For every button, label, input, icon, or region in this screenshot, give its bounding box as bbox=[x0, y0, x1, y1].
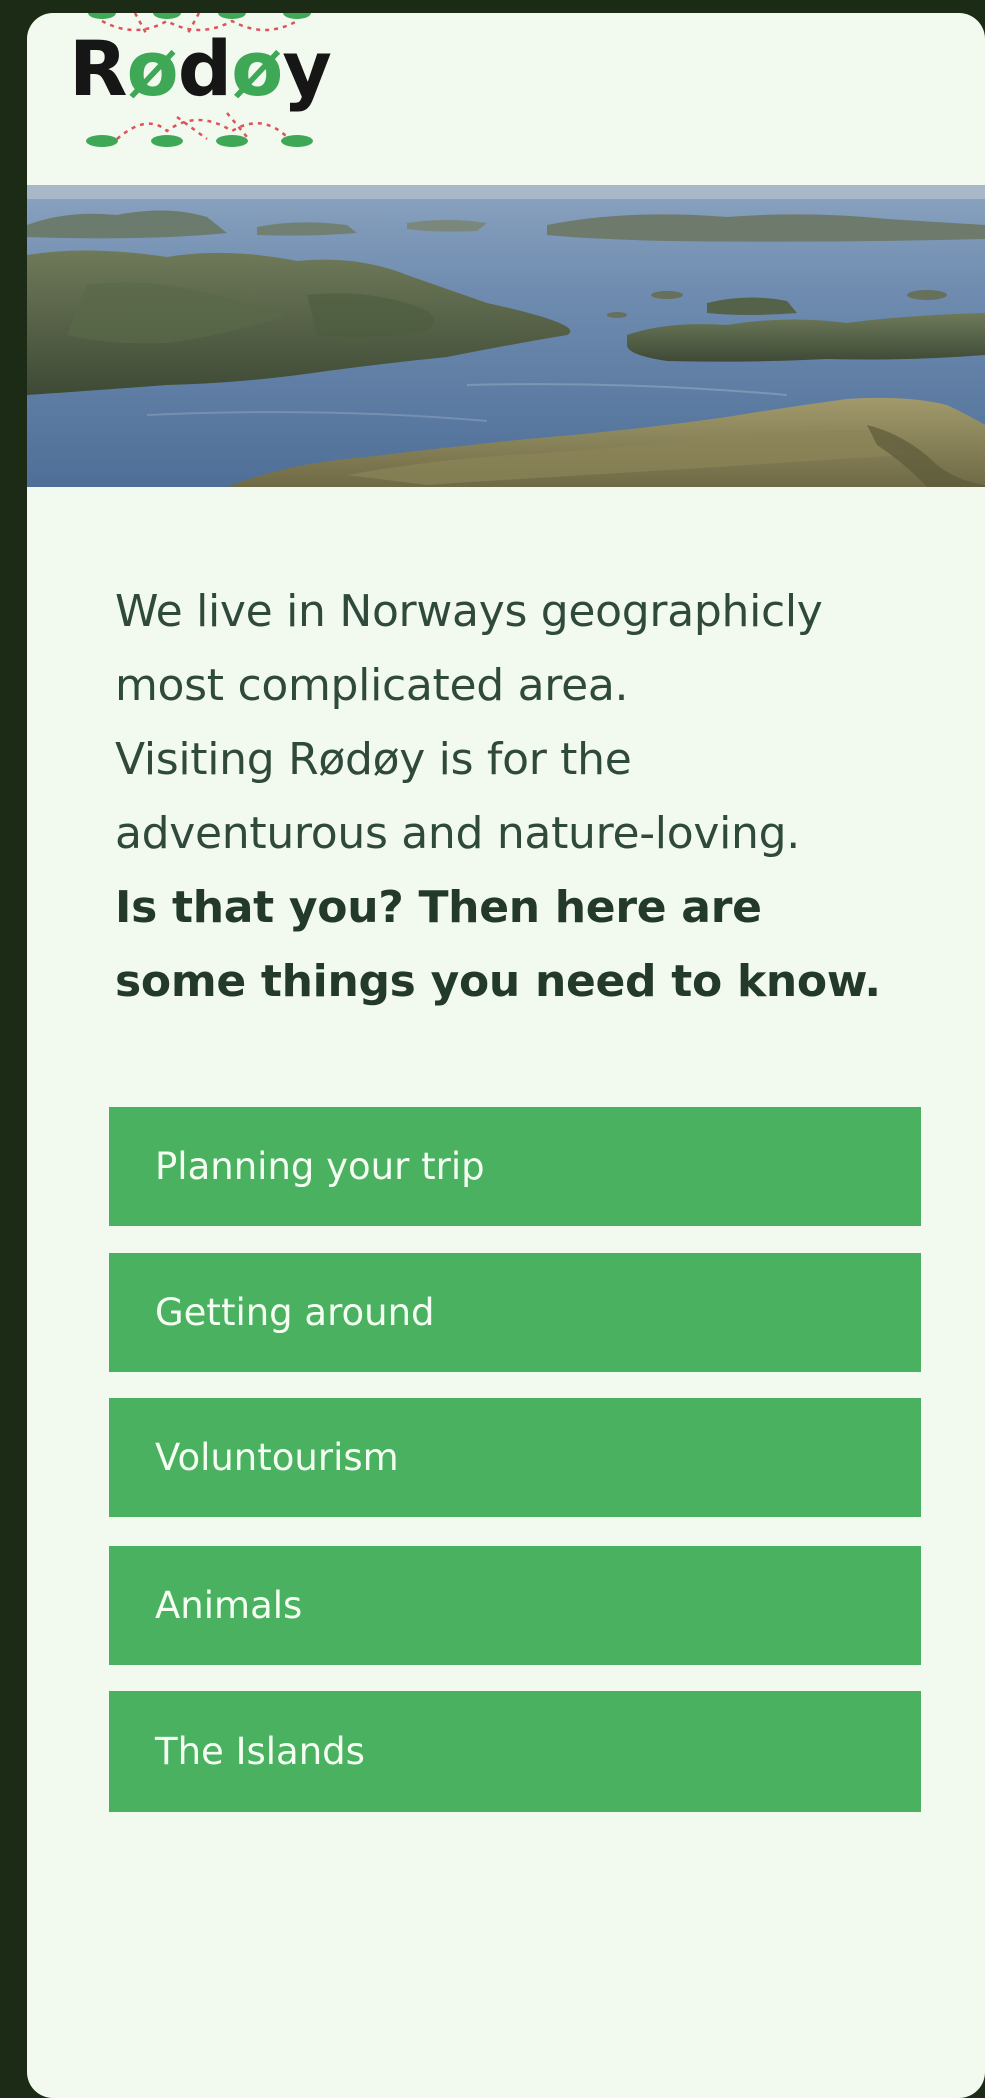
app-screen: Rødøy We live in Norways geographicly mo… bbox=[27, 13, 985, 2098]
intro-line-1: We live in Norways geographicly bbox=[115, 586, 823, 637]
menu-item-label: Animals bbox=[155, 1584, 303, 1627]
intro-line-3: Visiting Rødøy is for the bbox=[115, 734, 632, 785]
intro-line-4: adventurous and nature-loving. bbox=[115, 808, 800, 859]
menu-item-voluntourism[interactable]: Voluntourism bbox=[109, 1398, 921, 1517]
landscape-photo-icon bbox=[27, 185, 985, 487]
logo-letter-o2: ø bbox=[231, 24, 283, 113]
intro-bold-line-2: some things you need to know. bbox=[115, 956, 881, 1007]
menu-item-animals[interactable]: Animals bbox=[109, 1546, 921, 1665]
menu-item-label: Planning your trip bbox=[155, 1145, 485, 1188]
menu-item-label: Voluntourism bbox=[155, 1436, 399, 1479]
intro-line-2: most complicated area. bbox=[115, 660, 629, 711]
logo-wordmark: Rødøy bbox=[69, 31, 332, 107]
logo-letter-d: d bbox=[177, 24, 232, 113]
menu-item-the-islands[interactable]: The Islands bbox=[109, 1691, 921, 1812]
logo-letter-r: R bbox=[69, 24, 128, 113]
menu-item-label: The Islands bbox=[155, 1730, 365, 1773]
intro-bold-line-1: Is that you? Then here are bbox=[115, 882, 762, 933]
intro-text: We live in Norways geographicly most com… bbox=[115, 575, 975, 1019]
menu-item-label: Getting around bbox=[155, 1291, 435, 1334]
hero-image bbox=[27, 185, 985, 487]
logo-letter-y: y bbox=[282, 24, 332, 113]
menu-item-getting-around[interactable]: Getting around bbox=[109, 1253, 921, 1372]
site-logo[interactable]: Rødøy bbox=[47, 13, 347, 148]
logo-letter-o1: ø bbox=[126, 24, 179, 113]
menu-item-planning-your-trip[interactable]: Planning your trip bbox=[109, 1107, 921, 1226]
